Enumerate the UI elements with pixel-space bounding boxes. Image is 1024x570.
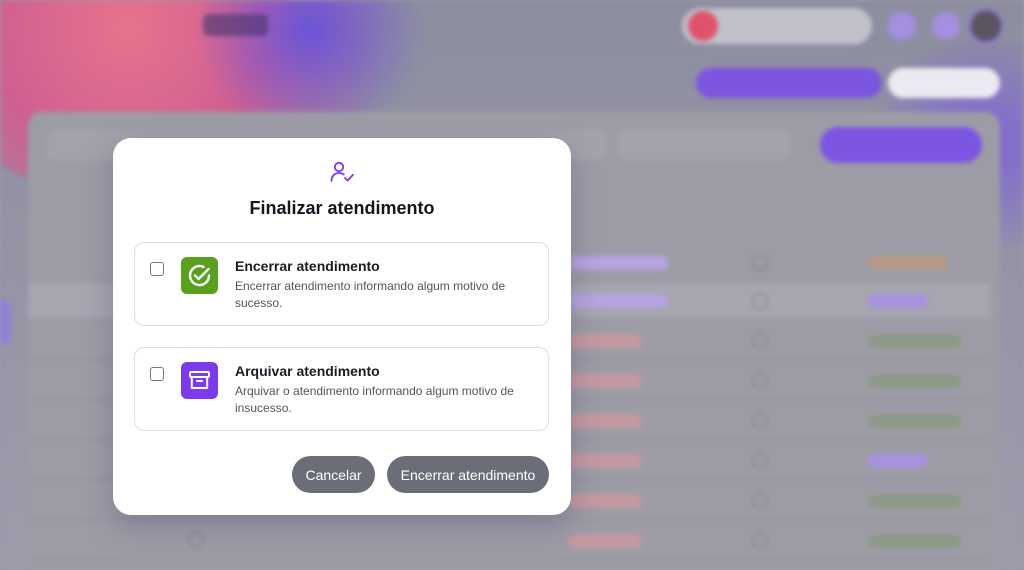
- cancel-button[interactable]: Cancelar: [292, 456, 375, 493]
- channel-icon: [752, 373, 768, 389]
- nav-item: [90, 14, 149, 36]
- nav-item: [32, 14, 84, 36]
- channel-icon: [752, 255, 768, 271]
- sector-badge: [868, 534, 962, 548]
- option-title: Encerrar atendimento: [235, 258, 380, 274]
- new-service-button: [696, 68, 882, 98]
- option-title: Arquivar atendimento: [235, 363, 380, 379]
- option-description: Encerrar atendimento informando algum mo…: [235, 279, 506, 310]
- channel-icon: [752, 333, 768, 349]
- user-check-icon: [330, 161, 354, 182]
- sector-badge: [868, 494, 962, 508]
- nav-item: [380, 14, 409, 36]
- status-badge: [568, 294, 668, 308]
- sector-badge: [868, 454, 928, 468]
- user-profile-pill: [682, 8, 872, 44]
- page-title: [28, 70, 34, 96]
- status-badge: [568, 534, 642, 548]
- avatar: [688, 11, 718, 41]
- status-badge: [568, 334, 642, 348]
- sector-badge: [868, 374, 962, 388]
- contact-icon: [188, 532, 204, 548]
- nav-item: [274, 14, 319, 36]
- notification-icon: [888, 12, 916, 40]
- archive-icon: [181, 362, 218, 399]
- status-badge: [568, 256, 668, 270]
- filter-button: [820, 127, 982, 163]
- option-description: Arquivar o atendimento informando algum …: [235, 384, 514, 415]
- option-checkbox[interactable]: [150, 262, 164, 276]
- sector-badge: [868, 294, 928, 308]
- status-badge: [568, 494, 642, 508]
- status-badge: [568, 374, 642, 388]
- user-name: [726, 20, 729, 32]
- channel-icon: [752, 413, 768, 429]
- table-row: [28, 522, 990, 560]
- reload-button: [888, 68, 1000, 98]
- option-arquivar[interactable]: Arquivar atendimento Arquivar o atendime…: [134, 347, 549, 431]
- channel-icon: [752, 293, 768, 309]
- confirm-button[interactable]: Encerrar atendimento: [387, 456, 549, 493]
- modal-title: Finalizar atendimento: [249, 198, 435, 218]
- check-circle-icon: [181, 257, 218, 294]
- sector-badge: [868, 414, 962, 428]
- sector-badge: [868, 334, 962, 348]
- help-icon: [932, 12, 960, 40]
- channel-icon: [752, 453, 768, 469]
- channel-icon: [752, 533, 768, 549]
- status-badge: [568, 414, 642, 428]
- channel-icon: [752, 493, 768, 509]
- finalize-service-modal: Finalizar atendimento Encerrar atendimen…: [113, 138, 571, 515]
- select-filter: [618, 130, 790, 160]
- option-encerrar[interactable]: Encerrar atendimento Encerrar atendiment…: [134, 242, 549, 326]
- nav-item-active: [202, 14, 269, 36]
- side-tab: [0, 300, 10, 344]
- option-checkbox[interactable]: [150, 367, 164, 381]
- nav-item: [415, 14, 467, 36]
- top-navigation: [32, 14, 467, 36]
- status-badge: [568, 454, 642, 468]
- nav-item: [325, 14, 374, 36]
- avatar: [969, 9, 1003, 43]
- sector-badge: [868, 256, 948, 270]
- nav-item: [155, 14, 197, 36]
